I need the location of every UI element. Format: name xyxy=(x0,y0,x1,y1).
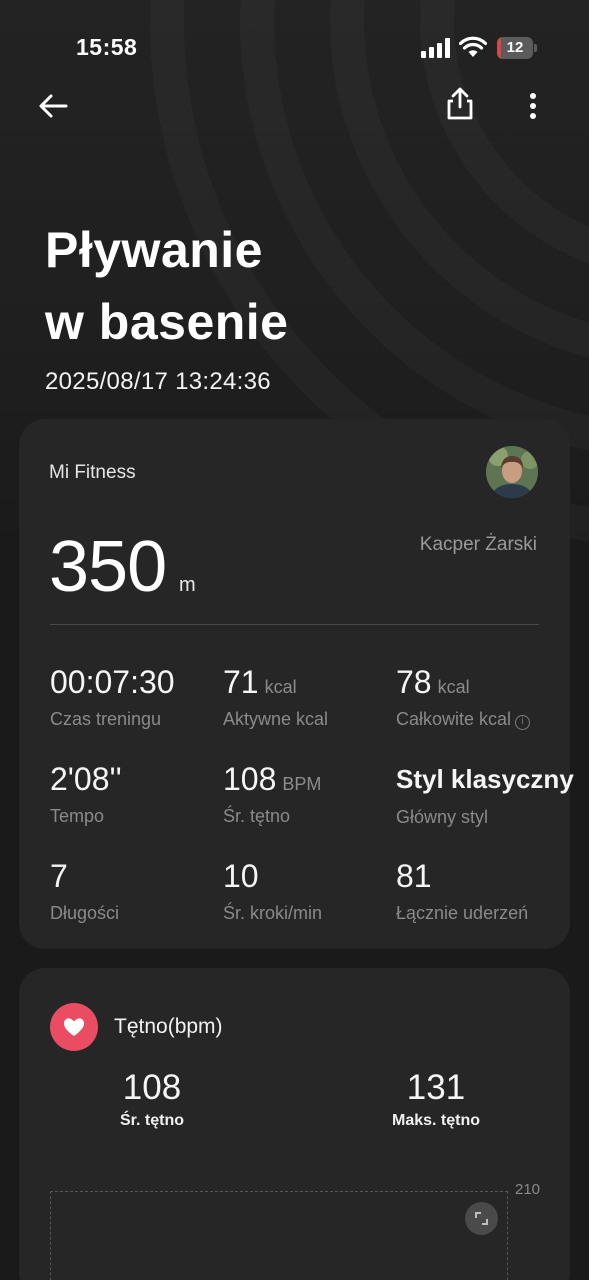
max-heart-rate-value: 131 xyxy=(406,1068,466,1107)
stat-unit: BPM xyxy=(282,774,322,794)
max-heart-rate: 131 Maks. tętno xyxy=(356,1068,516,1130)
stat-value: 108 xyxy=(223,761,277,797)
title-line-2: w basenie xyxy=(45,294,289,350)
stat-label: Długości xyxy=(50,903,120,923)
wifi-icon xyxy=(459,36,487,57)
more-options-icon[interactable] xyxy=(520,88,546,124)
user-photo xyxy=(486,446,538,498)
stat-value: 81 xyxy=(396,858,432,894)
stat-value: Styl klasyczny xyxy=(396,764,574,794)
avatar[interactable] xyxy=(486,446,538,498)
heart-icon xyxy=(63,1018,85,1036)
stat-unit: kcal xyxy=(264,677,297,697)
distance-unit: m xyxy=(179,574,196,596)
stat-avg-strokes: 10 Śr. kroki/min xyxy=(223,858,403,924)
battery-icon: 12 xyxy=(497,37,537,59)
heart-rate-title: Tętno(bpm) xyxy=(114,1015,223,1038)
cellular-signal-icon xyxy=(421,38,450,58)
expand-chart-button[interactable] xyxy=(465,1202,498,1235)
summary-card: Mi Fitness 350 m Kacper Żarski 00:07:30 … xyxy=(19,419,574,949)
stat-value: 00:07:30 xyxy=(50,664,175,700)
stat-label: Śr. kroki/min xyxy=(223,903,323,923)
stat-label: Aktywne kcal xyxy=(223,709,329,729)
distance-value: 350 xyxy=(49,527,167,607)
heart-rate-card[interactable]: Tętno(bpm) 108 Śr. tętno 131 Maks. tętno… xyxy=(19,968,570,1280)
stat-pace: 2'08'' Tempo xyxy=(50,761,230,827)
user-name: Kacper Żarski xyxy=(419,534,537,555)
stat-value: 10 xyxy=(223,858,259,894)
stat-lengths: 7 Długości xyxy=(50,858,230,924)
stat-avg-heart-rate: 108 BPM Śr. tętno xyxy=(223,761,403,827)
stat-value: 2'08'' xyxy=(50,761,122,797)
stat-label: Całkowite kcal xyxy=(396,709,512,729)
info-icon[interactable]: i xyxy=(515,715,531,730)
avg-heart-rate-value: 108 xyxy=(122,1068,182,1107)
stat-label: Główny styl xyxy=(396,807,489,827)
heart-icon-badge xyxy=(50,1003,98,1051)
status-time: 15:58 xyxy=(76,34,138,60)
chart-max-tick: 210 xyxy=(515,1181,541,1198)
avg-heart-rate-label: Śr. tętno xyxy=(119,1112,184,1129)
battery-level: 12 xyxy=(506,39,524,56)
max-heart-rate-label: Maks. tętno xyxy=(391,1112,480,1129)
stat-training-time: 00:07:30 Czas treningu xyxy=(50,664,230,730)
stat-label: Tempo xyxy=(50,806,105,826)
divider xyxy=(50,624,539,625)
status-bar: 15:58 12 xyxy=(0,0,589,90)
stat-label: Łącznie uderzeń xyxy=(396,903,529,923)
stat-active-kcal: 71 kcal Aktywne kcal xyxy=(223,664,403,730)
back-arrow-icon[interactable] xyxy=(36,88,72,124)
stat-total-kcal: 78 kcal Całkowite kcal i xyxy=(396,664,576,730)
stat-unit: kcal xyxy=(437,677,470,697)
page-title: Pływanie w basenie xyxy=(45,214,525,358)
title-line-1: Pływanie xyxy=(45,222,263,278)
stat-label: Czas treningu xyxy=(50,709,162,729)
stat-value: 7 xyxy=(50,858,68,894)
workout-datetime: 2025/08/17 13:24:36 xyxy=(45,368,271,395)
avg-heart-rate: 108 Śr. tętno xyxy=(72,1068,232,1130)
stat-value: 71 xyxy=(223,664,259,700)
stat-main-style: Styl klasyczny Główny styl xyxy=(396,764,574,828)
stat-value: 78 xyxy=(396,664,432,700)
stat-total-strokes: 81 Łącznie uderzeń xyxy=(396,858,576,924)
expand-icon xyxy=(475,1212,488,1225)
heart-rate-chart[interactable] xyxy=(50,1191,508,1280)
source-label: Mi Fitness xyxy=(49,462,136,483)
stat-label: Śr. tętno xyxy=(223,806,291,826)
share-icon[interactable] xyxy=(443,86,477,122)
